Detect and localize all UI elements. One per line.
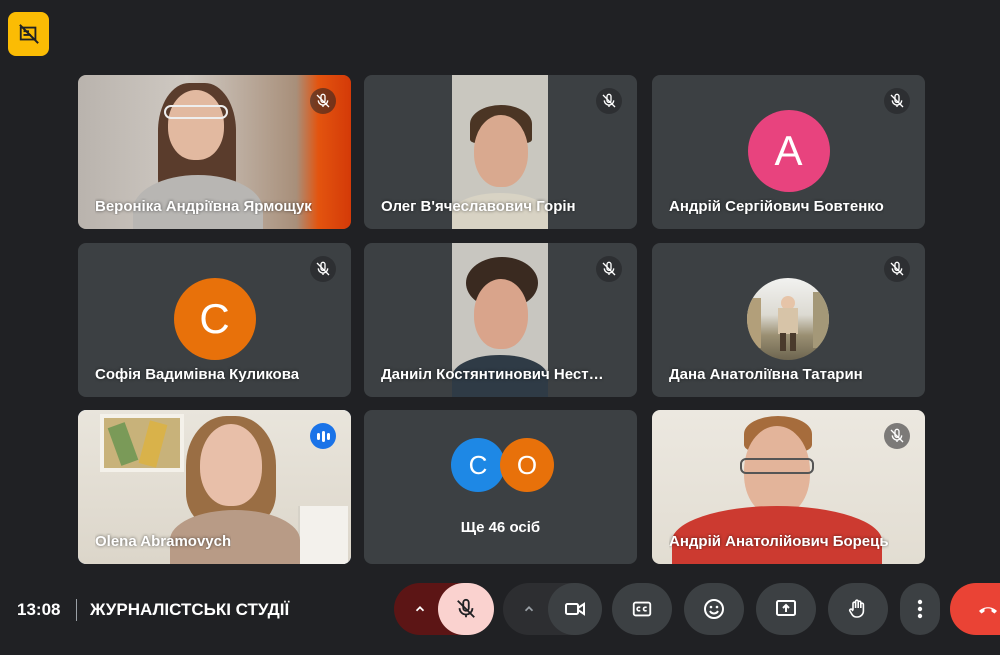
participant-photo-avatar — [747, 278, 829, 360]
present-button[interactable] — [756, 583, 816, 635]
participant-tile[interactable]: C Софія Вадимівна Куликова — [78, 243, 351, 397]
participant-name: Дана Анатоліївна Татарин — [669, 366, 863, 383]
chevron-up-icon — [415, 606, 425, 612]
mic-off-icon — [884, 256, 910, 282]
participant-name: Olena Abramovych — [95, 533, 232, 550]
captions-button[interactable] — [612, 583, 672, 635]
participant-name: Софія Вадимівна Куликова — [95, 366, 300, 383]
others-avatar: C — [451, 438, 505, 492]
participant-tile[interactable]: Олег В'ячеславович Горін — [364, 75, 637, 229]
mic-off-icon — [310, 256, 336, 282]
others-avatar: O — [500, 438, 554, 492]
end-call-icon — [979, 607, 997, 614]
emoji-icon — [704, 599, 724, 619]
mic-off-icon — [596, 88, 622, 114]
participant-tile[interactable]: Olena Abramovych — [78, 410, 351, 564]
speaking-icon — [310, 423, 336, 449]
recording-indicator[interactable] — [8, 12, 49, 56]
others-tile[interactable]: C O Ще 46 осіб — [364, 410, 637, 564]
meeting-title: ЖУРНАЛІСТСЬКІ СТУДІЇ — [90, 600, 290, 619]
participant-name: Вероніка Андріївна Ярмощук — [95, 198, 312, 215]
mic-off-icon — [457, 598, 475, 618]
meeting-time: 13:08 — [17, 600, 61, 619]
participant-tile[interactable]: Андрій Анатолійович Борець — [652, 410, 925, 564]
mic-off-icon — [884, 88, 910, 114]
participant-name: Андрій Сергійович Бовтенко — [669, 198, 884, 215]
participant-tile[interactable]: Даниіл Костянтинович Нест… — [364, 243, 637, 397]
divider — [76, 599, 77, 621]
raise-hand-icon — [848, 599, 865, 618]
present-icon — [776, 600, 796, 616]
captions-icon — [632, 601, 652, 617]
participant-tile[interactable]: Дана Анатоліївна Татарин — [652, 243, 925, 397]
end-call-button[interactable] — [950, 583, 1000, 635]
mic-off-icon — [310, 88, 336, 114]
participant-avatar: A — [747, 110, 830, 192]
participant-name: Андрій Анатолійович Борець — [669, 533, 889, 550]
mic-off-icon — [884, 423, 910, 449]
mic-toggle-button[interactable] — [438, 583, 494, 635]
camera-icon — [565, 602, 585, 616]
more-options-button[interactable] — [900, 583, 940, 635]
participant-avatar: C — [173, 278, 256, 360]
participant-tile[interactable]: Вероніка Андріївна Ярмощук — [78, 75, 351, 229]
others-count: Ще 46 осіб — [460, 519, 541, 536]
camera-toggle-button[interactable] — [548, 583, 602, 635]
participant-name: Олег В'ячеславович Горін — [381, 198, 576, 215]
chevron-up-icon — [524, 606, 534, 612]
mic-off-icon — [596, 256, 622, 282]
participant-name: Даниіл Костянтинович Нест… — [381, 366, 604, 383]
more-icon — [917, 599, 923, 619]
no-recording-icon — [18, 24, 39, 44]
participant-tile[interactable]: A Андрій Сергійович Бовтенко — [652, 75, 925, 229]
raise-hand-button[interactable] — [828, 583, 888, 635]
reactions-button[interactable] — [684, 583, 744, 635]
